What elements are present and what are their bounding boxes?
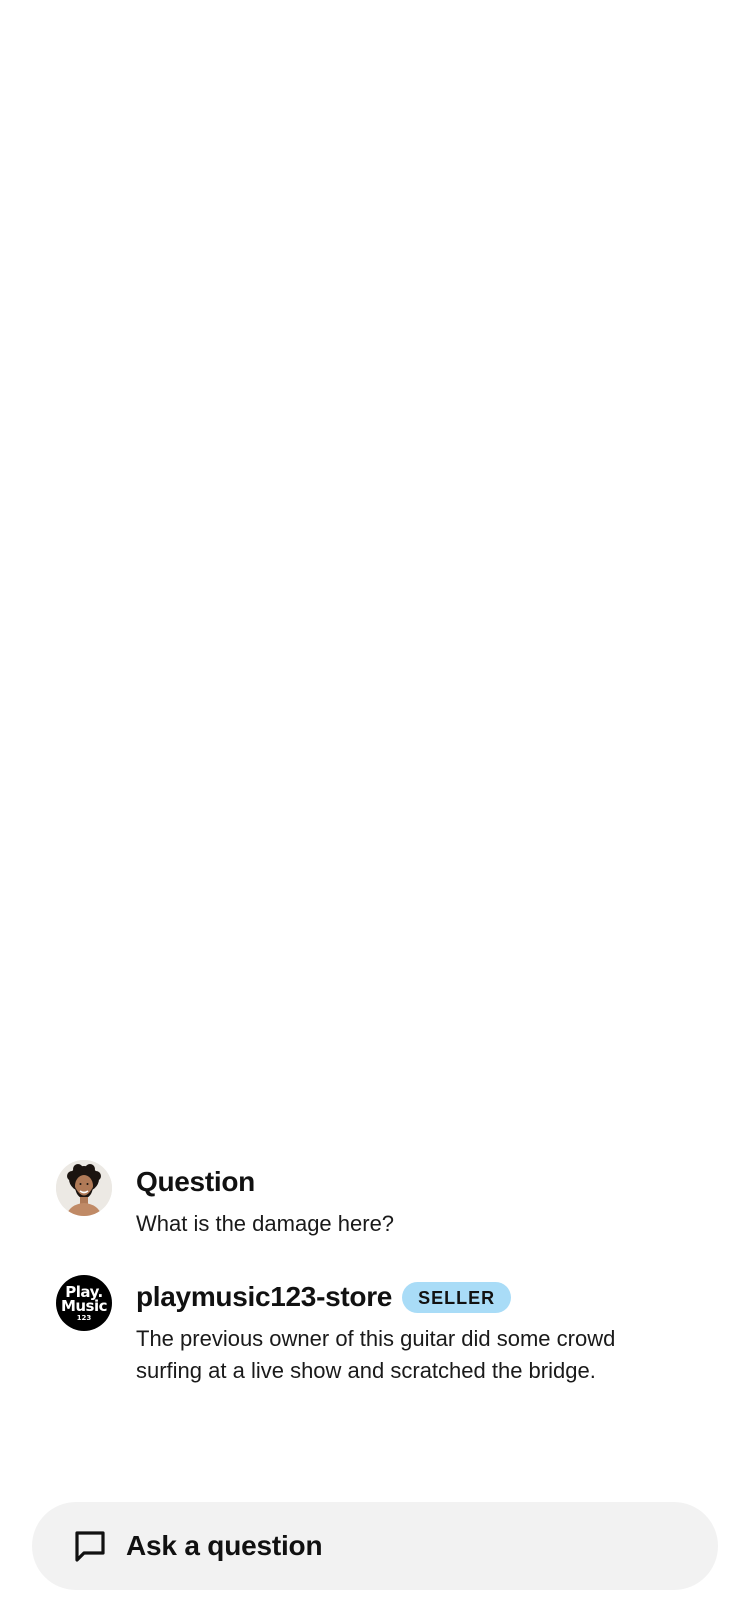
store-logo-text-2: Music [60,1296,108,1315]
person-avatar-icon [56,1160,112,1216]
ask-question-label: Ask a question [126,1530,323,1561]
answer-text: The previous owner of this guitar did so… [136,1326,616,1383]
ask-question-button[interactable]: Ask a question [32,1502,718,1590]
question-body: Question What is the damage here? [136,1162,696,1240]
question-text: What is the damage here? [136,1211,395,1236]
question-title: Question [136,1166,255,1197]
question-title-row: Question [136,1162,696,1202]
seller-name-link[interactable]: playmusic123-store [136,1281,392,1313]
chat-bubble-icon [72,1528,108,1564]
answer-title-row: playmusic123-store SELLER [136,1277,696,1317]
answer-body: playmusic123-store SELLER The previous o… [136,1277,696,1387]
seller-badge: SELLER [402,1281,512,1313]
user-avatar[interactable] [56,1160,112,1216]
store-logo-text-3: 123 [76,1313,92,1322]
store-avatar[interactable]: Play. Music 123 [56,1275,112,1331]
